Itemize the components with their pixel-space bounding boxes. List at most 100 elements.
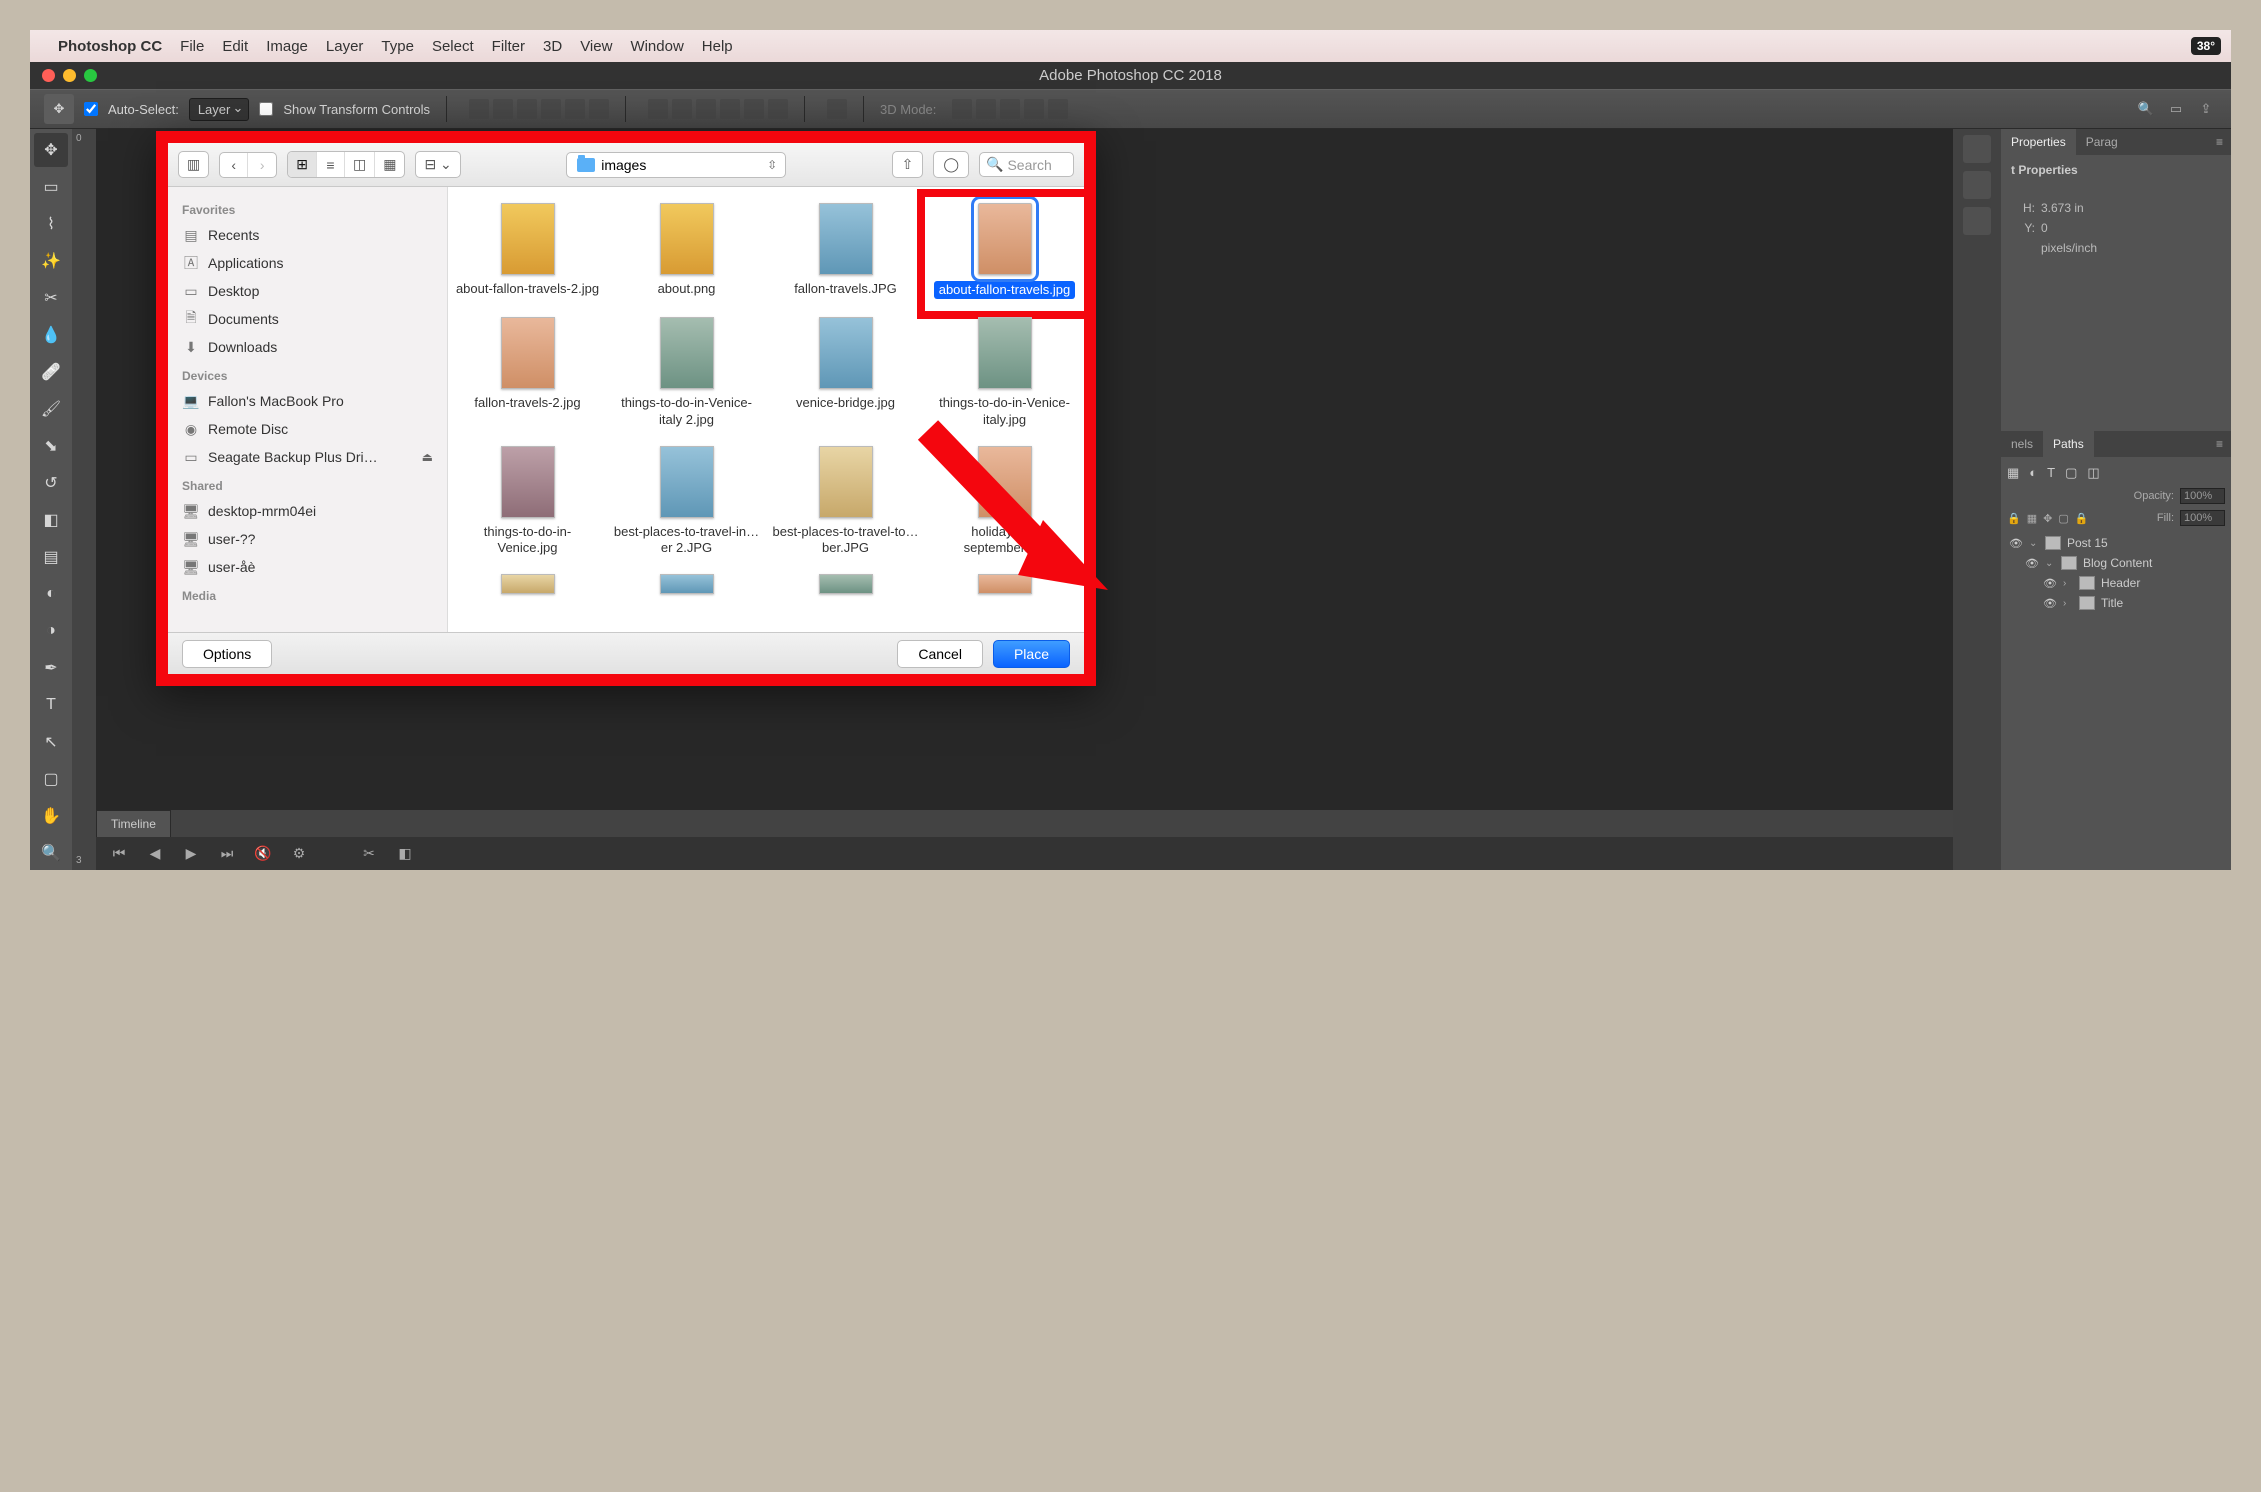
panel-menu-icon[interactable]: ≡ [2208, 129, 2231, 155]
marquee-tool-icon[interactable]: ▭ [34, 170, 68, 204]
align-icon[interactable] [469, 99, 489, 119]
stamp-tool-icon[interactable]: ⬊ [34, 429, 68, 463]
panel-menu-icon[interactable]: ≡ [2208, 431, 2231, 457]
pan-icon[interactable] [1000, 99, 1020, 119]
visibility-icon[interactable] [2025, 556, 2039, 570]
layer-row[interactable]: ⌄Post 15 [2007, 533, 2225, 553]
file-item[interactable]: things-to-do-in-Venice-italy 2.jpg [607, 311, 766, 440]
list-view-button[interactable]: ≡ [317, 152, 345, 177]
location-dropdown[interactable]: images ⇳ [566, 152, 786, 178]
workspace-icon[interactable]: ▭ [2165, 98, 2187, 120]
tab-channels[interactable]: nels [2001, 431, 2043, 457]
menu-image[interactable]: Image [266, 38, 308, 55]
tab-paths[interactable]: Paths [2043, 431, 2094, 457]
zoom-tool-icon[interactable]: 🔍 [34, 836, 68, 870]
file-item[interactable]: things-to-do-in-Venice.jpg [448, 440, 607, 569]
maximize-icon[interactable] [84, 69, 97, 82]
file-item[interactable]: best-places-to-travel-to…ber.JPG [766, 440, 925, 569]
play-icon[interactable]: ▶ [180, 845, 202, 862]
align-to-icon[interactable] [827, 99, 847, 119]
eject-icon[interactable]: ⏏ [422, 450, 433, 464]
sidebar-item-recents[interactable]: ▤Recents [168, 221, 447, 249]
timeline-tab[interactable]: Timeline [96, 810, 171, 837]
group-by-button[interactable]: ⊟ ⌄ [415, 151, 460, 178]
align-icon[interactable] [541, 99, 561, 119]
distribute-icon[interactable] [768, 99, 788, 119]
disclosure-arrow-icon[interactable]: › [2063, 578, 2073, 589]
filter-shape-icon[interactable]: ▢ [2065, 465, 2077, 481]
filter-adjustment-icon[interactable]: ◐ [2029, 465, 2037, 481]
minimize-icon[interactable] [63, 69, 76, 82]
fill-input[interactable] [2180, 510, 2225, 526]
prev-frame-icon[interactable]: ◀ [144, 845, 166, 862]
eraser-tool-icon[interactable]: ◧ [34, 503, 68, 537]
filter-type-icon[interactable]: T [2047, 465, 2055, 481]
distribute-icon[interactable] [720, 99, 740, 119]
cancel-button[interactable]: Cancel [897, 640, 983, 668]
panel-icon[interactable] [1963, 171, 1991, 199]
magic-wand-tool-icon[interactable]: ✨ [34, 244, 68, 278]
search-icon[interactable]: 🔍 [2135, 98, 2157, 120]
disclosure-arrow-icon[interactable]: ⌄ [2045, 558, 2055, 569]
gallery-view-button[interactable]: ▦ [375, 152, 404, 177]
sidebar-item-device[interactable]: 💻Fallon's MacBook Pro [168, 387, 447, 415]
filter-smart-icon[interactable]: ◫ [2087, 465, 2099, 481]
file-item[interactable] [607, 568, 766, 612]
active-app-name[interactable]: Photoshop CC [58, 38, 162, 55]
healing-tool-icon[interactable]: 🩹 [34, 355, 68, 389]
file-item[interactable]: about-fallon-travels-2.jpg [448, 197, 607, 311]
file-item[interactable]: fallon-travels.JPG [766, 197, 925, 311]
sidebar-toggle[interactable]: ▥ [178, 151, 209, 178]
split-icon[interactable]: ✂ [358, 845, 380, 862]
hand-tool-icon[interactable]: ✋ [34, 799, 68, 833]
tags-button[interactable]: ◯ [933, 151, 969, 178]
disclosure-arrow-icon[interactable]: ⌄ [2029, 538, 2039, 549]
place-button[interactable]: Place [993, 640, 1070, 668]
sidebar-item-desktop[interactable]: ▭Desktop [168, 277, 447, 305]
sidebar-item-shared[interactable]: 🖥user-?? [168, 525, 447, 553]
settings-icon[interactable]: ⚙ [288, 845, 310, 862]
history-brush-tool-icon[interactable]: ↺ [34, 466, 68, 500]
visibility-icon[interactable] [2043, 576, 2057, 590]
file-item[interactable]: about.png [607, 197, 766, 311]
file-item[interactable]: holidays-in-september.jpg [925, 440, 1084, 569]
lock-artboard-icon[interactable]: ▢ [2058, 512, 2068, 525]
panel-icon[interactable] [1963, 207, 1991, 235]
move-tool-icon[interactable]: ✥ [44, 94, 74, 124]
file-item[interactable] [448, 568, 607, 612]
shape-tool-icon[interactable]: ▢ [34, 762, 68, 796]
transition-icon[interactable]: ◧ [394, 845, 416, 862]
lasso-tool-icon[interactable]: ⌇ [34, 207, 68, 241]
menu-file[interactable]: File [180, 38, 204, 55]
sidebar-item-applications[interactable]: 🄰Applications [168, 249, 447, 277]
layer-row[interactable]: ›Title [2007, 593, 2225, 613]
align-icon[interactable] [517, 99, 537, 119]
sidebar-item-downloads[interactable]: ⬇Downloads [168, 333, 447, 361]
auto-select-checkbox[interactable] [84, 102, 98, 116]
tab-properties[interactable]: Properties [2001, 129, 2076, 155]
crop-tool-icon[interactable]: ✂ [34, 281, 68, 315]
brush-tool-icon[interactable]: 🖌 [34, 392, 68, 426]
menu-select[interactable]: Select [432, 38, 474, 55]
share-button[interactable]: ⇧ [892, 151, 924, 178]
go-to-first-frame-icon[interactable]: ⏮ [108, 845, 130, 862]
tab-paragraph[interactable]: Parag [2076, 129, 2128, 155]
move-tool-icon[interactable]: ✥ [34, 133, 68, 167]
distribute-icon[interactable] [648, 99, 668, 119]
menu-help[interactable]: Help [702, 38, 733, 55]
opacity-input[interactable] [2180, 488, 2225, 504]
lock-icon[interactable]: 🔒 [2007, 512, 2021, 525]
disclosure-arrow-icon[interactable]: › [2063, 598, 2073, 609]
menu-filter[interactable]: Filter [492, 38, 525, 55]
lock-pixels-icon[interactable]: ▦ [2027, 512, 2037, 525]
options-button[interactable]: Options [182, 640, 272, 668]
menu-type[interactable]: Type [381, 38, 414, 55]
orbit-icon[interactable] [952, 99, 972, 119]
file-item[interactable]: venice-bridge.jpg [766, 311, 925, 440]
menu-window[interactable]: Window [630, 38, 683, 55]
gradient-tool-icon[interactable]: ▤ [34, 540, 68, 574]
icon-view-button[interactable]: ⊞ [288, 152, 317, 177]
file-item[interactable]: best-places-to-travel-in…er 2.JPG [607, 440, 766, 569]
type-tool-icon[interactable]: T [34, 688, 68, 722]
path-select-tool-icon[interactable]: ↖ [34, 725, 68, 759]
